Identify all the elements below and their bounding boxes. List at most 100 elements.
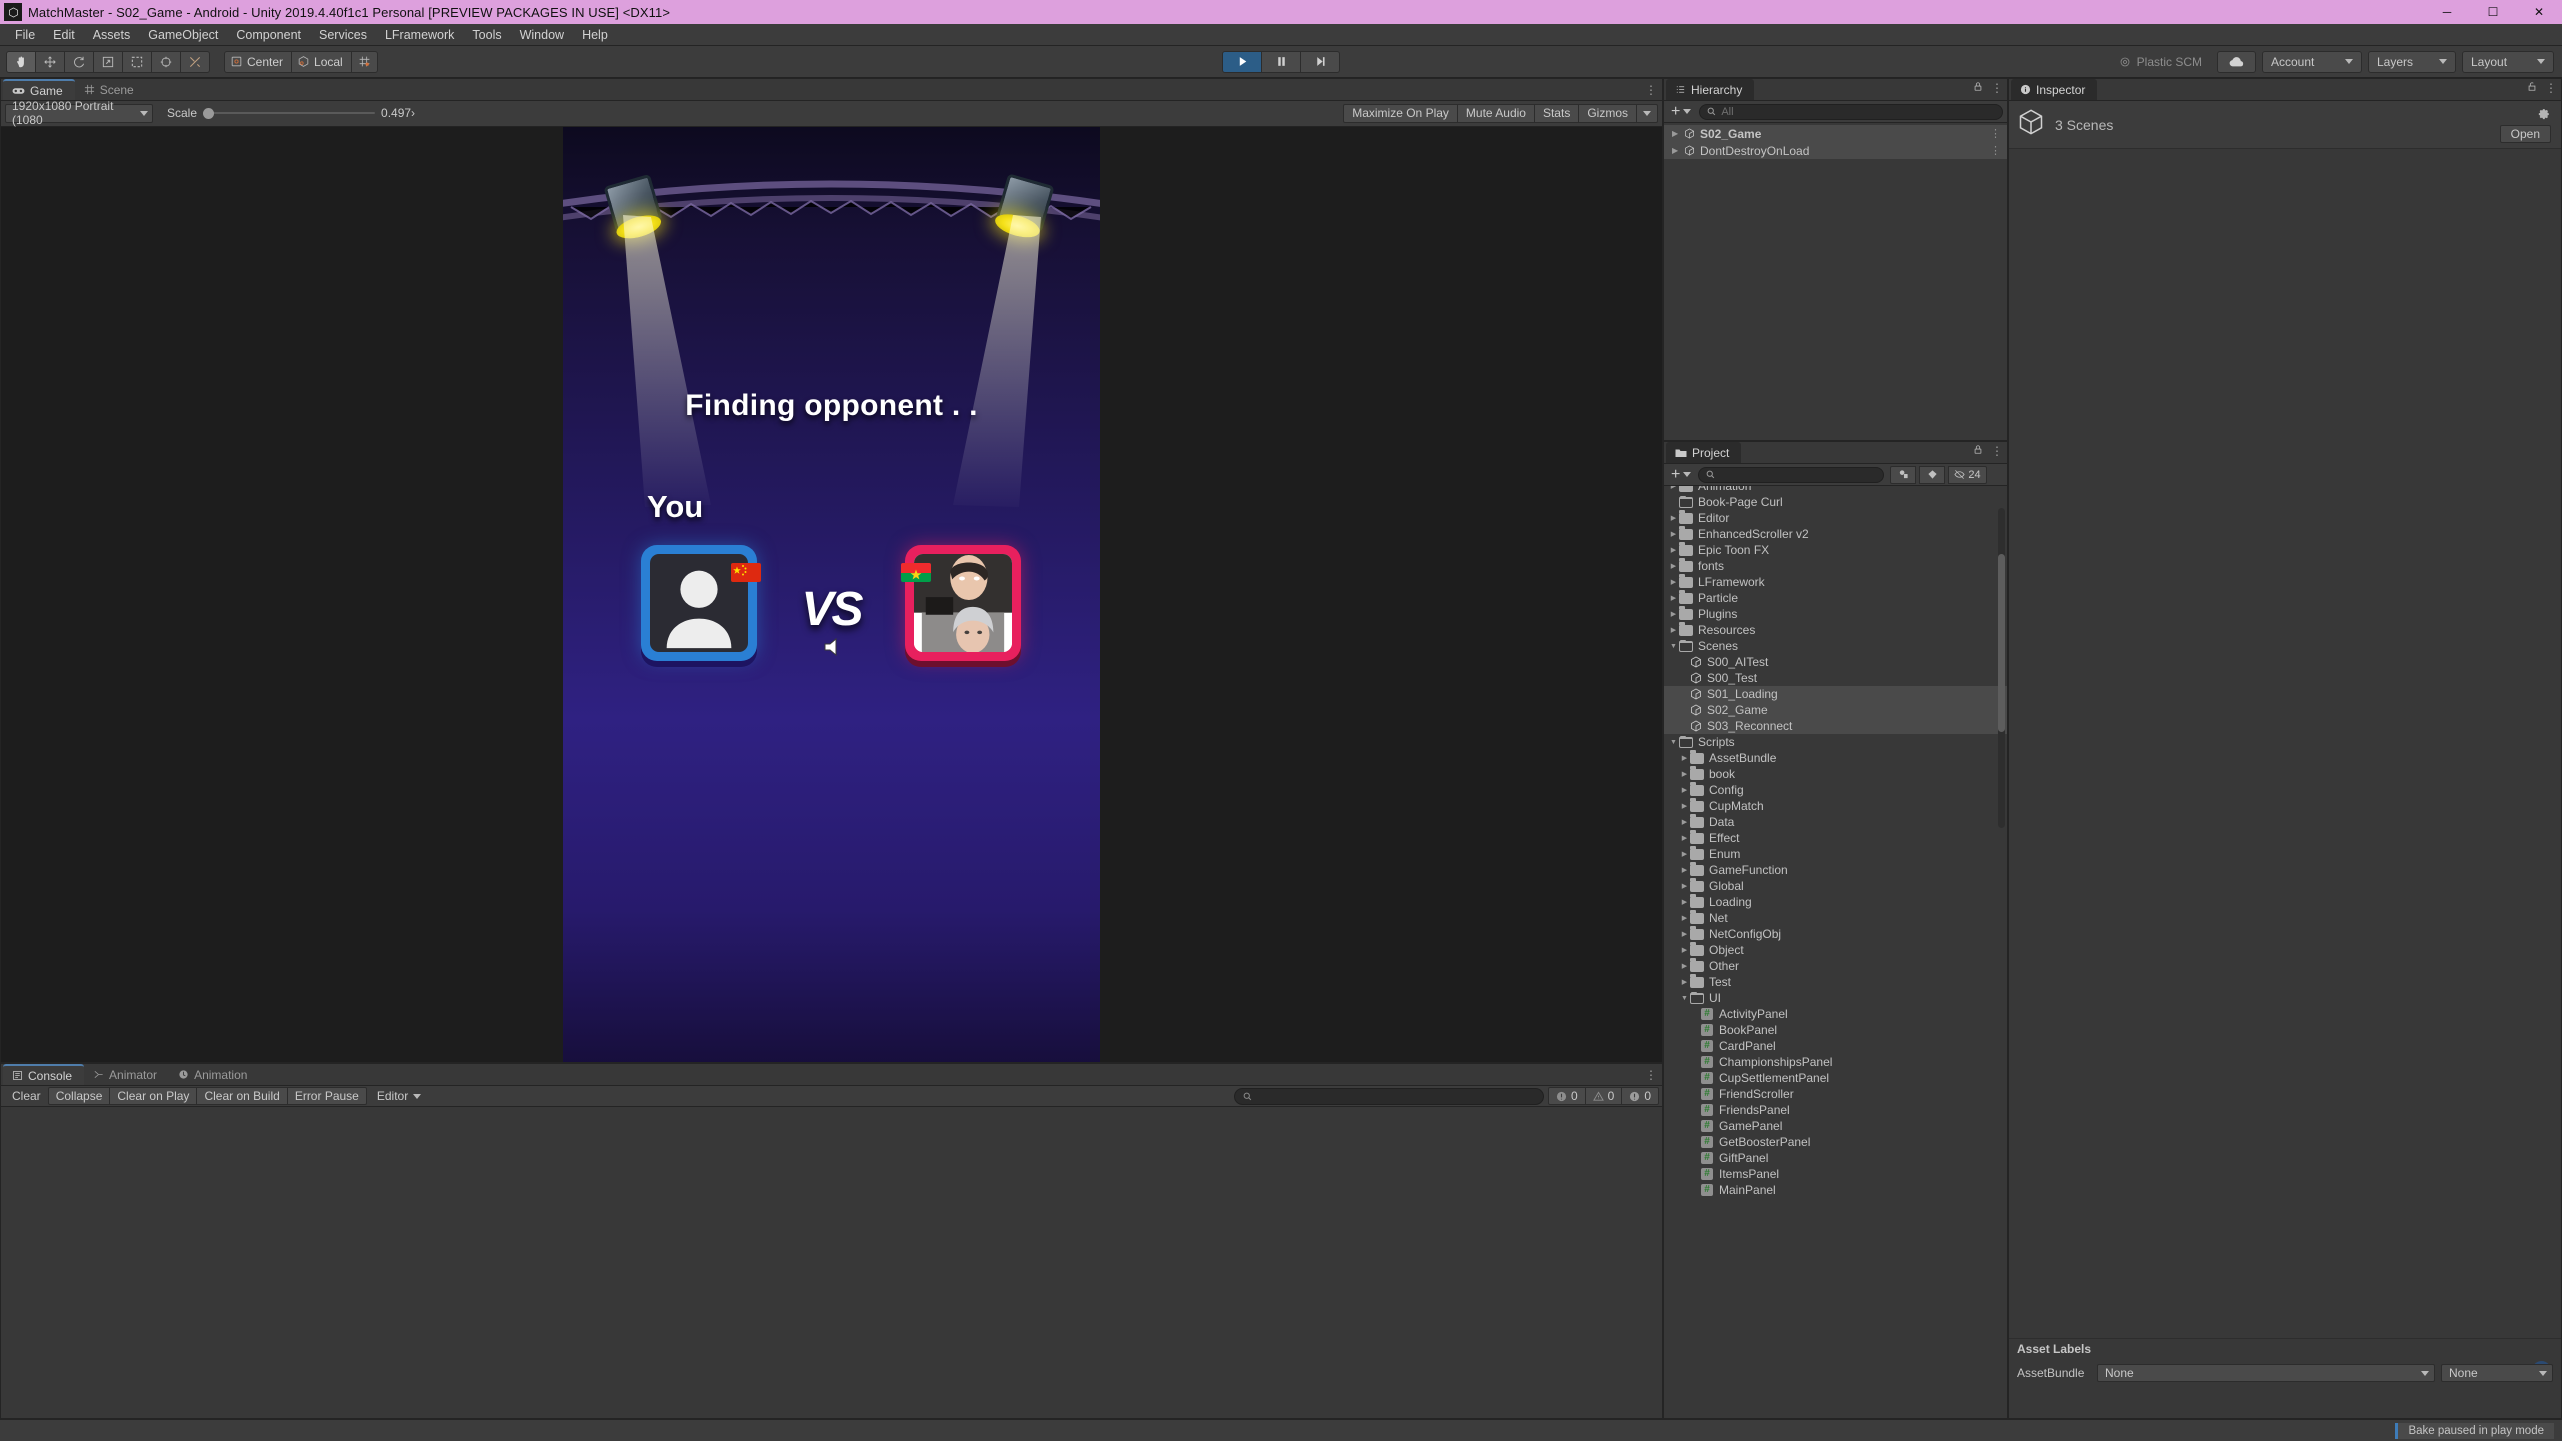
tab-animation[interactable]: Animation — [169, 1064, 260, 1086]
project-tree-row[interactable]: # GiftPanel — [1664, 1150, 2007, 1166]
transform-tool-button[interactable] — [151, 50, 181, 73]
project-tree-row[interactable]: # CupSettlementPanel — [1664, 1070, 2007, 1086]
chevron-right-icon[interactable]: ▶ — [1679, 850, 1690, 858]
log-count-button[interactable]: 0 — [1547, 1087, 1586, 1106]
project-tree-row[interactable]: ▶ Effect — [1664, 830, 2007, 846]
project-tree-row[interactable]: ▶ Other — [1664, 958, 2007, 974]
tab-console[interactable]: Console — [3, 1064, 85, 1086]
project-tree-row[interactable]: ▶ book — [1664, 766, 2007, 782]
chevron-right-icon[interactable]: ▶ — [1679, 754, 1690, 762]
pause-button[interactable] — [1261, 50, 1301, 73]
clear-button[interactable]: Clear — [4, 1087, 49, 1106]
pivot-mode-button[interactable]: Center — [224, 50, 293, 73]
filter-by-label-button[interactable] — [1919, 465, 1946, 484]
project-tree-row[interactable]: # FriendsPanel — [1664, 1102, 2007, 1118]
error-count-button[interactable]: 0 — [1621, 1087, 1659, 1106]
project-tree-row[interactable]: # CardPanel — [1664, 1038, 2007, 1054]
project-tree-row[interactable]: # FriendScroller — [1664, 1086, 2007, 1102]
project-tree-row[interactable]: S02_Game — [1664, 702, 2007, 718]
mute-audio-button[interactable]: Mute Audio — [1456, 103, 1535, 123]
game-panel-tab-menu[interactable]: ⋮ — [1645, 83, 1658, 97]
project-tree-row[interactable]: # MainPanel — [1664, 1182, 2007, 1198]
chevron-right-icon[interactable]: ▶ — [1679, 818, 1690, 826]
hand-tool-button[interactable] — [6, 50, 36, 73]
menu-component[interactable]: Component — [227, 25, 310, 45]
project-tree-row[interactable]: Book-Page Curl — [1664, 494, 2007, 510]
project-tree[interactable]: ▶ Animation Book-Page Curl ▶ Editor ▶ Enhanced… — [1664, 486, 2007, 1418]
chevron-right-icon[interactable]: ▶ — [1668, 610, 1679, 618]
project-tree-row[interactable]: # GamePanel — [1664, 1118, 2007, 1134]
chevron-right-icon[interactable]: ▶ — [1668, 626, 1679, 634]
hidden-count-button[interactable]: 24 — [1948, 465, 1987, 484]
scale-slider[interactable] — [203, 106, 376, 120]
project-tree-row[interactable]: ▶ Resources — [1664, 622, 2007, 638]
hierarchy-tree[interactable]: ▶ S02_Game ⋮ ▶ DontDestroyOnLoad ⋮ — [1664, 123, 2007, 440]
chevron-right-icon[interactable]: ▶ — [1679, 834, 1690, 842]
project-tree-row[interactable]: S03_Reconnect — [1664, 718, 2007, 734]
create-gameobject-button[interactable]: + — [1668, 103, 1694, 119]
project-tree-row[interactable]: ▶ Net — [1664, 910, 2007, 926]
project-tree-row[interactable]: ▶ GameFunction — [1664, 862, 2007, 878]
hierarchy-menu-icon[interactable]: ⋮ — [1991, 81, 2003, 95]
game-view-canvas[interactable]: Finding opponent . . You VS — [1, 126, 1662, 1063]
project-tree-row[interactable]: S01_Loading — [1664, 686, 2007, 702]
project-tree-row[interactable]: ▶ Object — [1664, 942, 2007, 958]
chevron-right-icon[interactable]: ▶ — [1679, 802, 1690, 810]
menu-help[interactable]: Help — [573, 25, 617, 45]
speaker-mute-icon[interactable] — [821, 635, 847, 664]
project-tree-row[interactable]: ▶ Plugins — [1664, 606, 2007, 622]
project-search-input[interactable] — [1698, 466, 1885, 483]
account-button[interactable]: Account — [2262, 50, 2362, 73]
tab-hierarchy[interactable]: Hierarchy — [1666, 79, 1755, 100]
project-tree-row[interactable]: ▶ Config — [1664, 782, 2007, 798]
filter-by-type-button[interactable] — [1890, 465, 1917, 484]
chevron-right-icon[interactable]: ▶ — [1668, 578, 1679, 586]
project-tree-row[interactable]: ▶ Animation — [1664, 486, 2007, 494]
gizmos-dropdown-button[interactable] — [1636, 103, 1658, 123]
tab-project[interactable]: Project — [1666, 442, 1742, 463]
open-scene-button[interactable]: Open — [2499, 125, 2551, 143]
project-tree-row[interactable]: ▶ fonts — [1664, 558, 2007, 574]
gizmos-button[interactable]: Gizmos — [1578, 103, 1637, 123]
project-tree-row[interactable]: # BookPanel — [1664, 1022, 2007, 1038]
project-tree-row[interactable]: S00_AITest — [1664, 654, 2007, 670]
project-tree-row[interactable]: ▶ Data — [1664, 814, 2007, 830]
tab-scene[interactable]: Scene — [74, 79, 146, 100]
assetbundle-dropdown[interactable]: None — [2097, 1364, 2435, 1382]
project-tree-row[interactable]: # GetBoosterPanel — [1664, 1134, 2007, 1150]
project-scrollbar[interactable] — [1998, 508, 2005, 828]
chevron-right-icon[interactable]: ▶ — [1679, 978, 1690, 986]
layout-button[interactable]: Layout — [2462, 50, 2554, 73]
maximize-button[interactable]: ☐ — [2470, 0, 2516, 24]
tab-game[interactable]: Game — [3, 79, 75, 100]
hierarchy-item-dontdestroyonload[interactable]: ▶ DontDestroyOnLoad ⋮ — [1664, 142, 2007, 159]
chevron-right-icon[interactable]: ▶ — [1668, 486, 1679, 490]
chevron-down-icon[interactable]: ▼ — [1668, 643, 1679, 650]
move-tool-button[interactable] — [35, 50, 65, 73]
clear-on-play-button[interactable]: Clear on Play — [109, 1087, 198, 1106]
maximize-on-play-button[interactable]: Maximize On Play — [1343, 103, 1458, 123]
chevron-right-icon[interactable]: ▶ — [1679, 962, 1690, 970]
close-button[interactable]: ✕ — [2516, 0, 2562, 24]
project-tree-row[interactable]: ▶ AssetBundle — [1664, 750, 2007, 766]
lock-icon[interactable] — [1973, 79, 1983, 97]
chevron-down-icon[interactable]: ▼ — [1679, 995, 1690, 1002]
minimize-button[interactable]: ─ — [2424, 0, 2470, 24]
step-button[interactable] — [1300, 50, 1340, 73]
scale-tool-button[interactable] — [93, 50, 123, 73]
chevron-right-icon[interactable]: ▶ — [1679, 770, 1690, 778]
stats-button[interactable]: Stats — [1533, 103, 1580, 123]
tab-inspector[interactable]: Inspector — [2011, 79, 2098, 100]
create-asset-button[interactable]: + — [1668, 466, 1694, 482]
assetbundle-variant-dropdown[interactable]: None — [2441, 1364, 2553, 1382]
console-search-input[interactable] — [1233, 1087, 1544, 1105]
project-tree-row[interactable]: ▼ Scripts — [1664, 734, 2007, 750]
gear-icon[interactable] — [2538, 108, 2551, 126]
plastic-scm-button[interactable]: Plastic SCM — [2109, 50, 2211, 73]
chevron-right-icon[interactable]: ▶ — [1668, 530, 1679, 538]
project-tree-row[interactable]: ▶ CupMatch — [1664, 798, 2007, 814]
menu-services[interactable]: Services — [310, 25, 376, 45]
project-tree-row[interactable]: ▶ Loading — [1664, 894, 2007, 910]
chevron-right-icon[interactable]: ▶ — [1679, 898, 1690, 906]
player-avatar-right[interactable] — [901, 544, 1021, 661]
